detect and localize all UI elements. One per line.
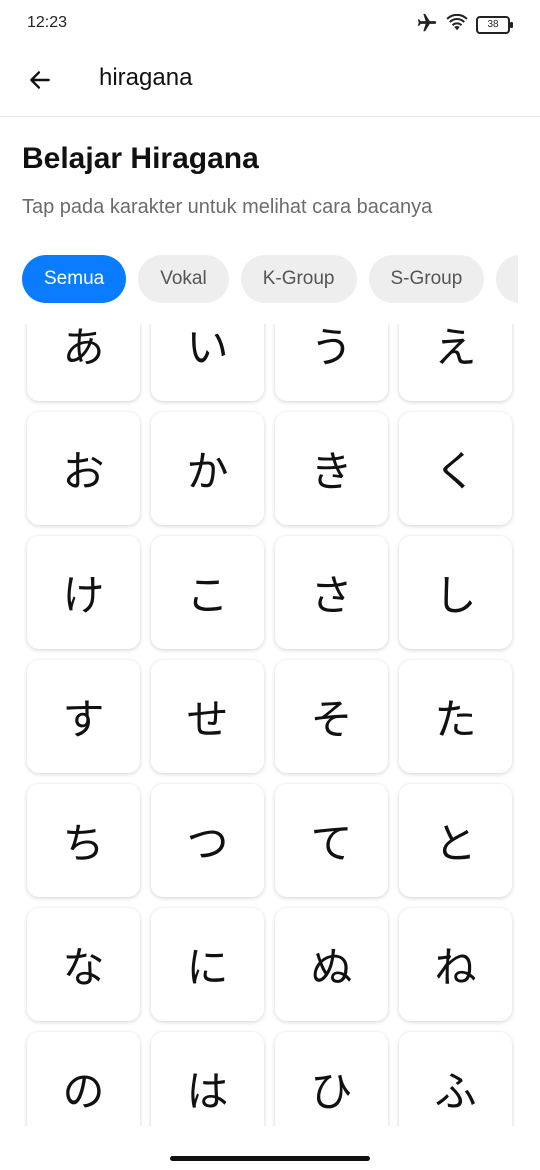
character-card[interactable]: い	[151, 324, 264, 401]
filter-chip-s-group[interactable]: S-Group	[368, 255, 485, 303]
status-icons: 38	[416, 12, 513, 38]
wifi-icon	[446, 13, 468, 36]
arrow-left-icon	[27, 67, 53, 97]
character-card[interactable]: え	[399, 324, 512, 401]
character-card[interactable]: ひ	[275, 1032, 388, 1126]
character-card[interactable]: た	[399, 660, 512, 773]
character-card[interactable]: う	[275, 324, 388, 401]
battery-icon: 38	[476, 16, 513, 34]
filter-chip-k-group[interactable]: K-Group	[240, 255, 357, 303]
character-card[interactable]: あ	[27, 324, 140, 401]
airplane-icon	[416, 12, 438, 38]
back-button[interactable]	[20, 62, 60, 102]
character-card[interactable]: な	[27, 908, 140, 1021]
character-card[interactable]: と	[399, 784, 512, 897]
filter-chip-vokal[interactable]: Vokal	[138, 255, 229, 303]
character-card[interactable]: ち	[27, 784, 140, 897]
character-card[interactable]: て	[275, 784, 388, 897]
character-card[interactable]: に	[151, 908, 264, 1021]
filter-chip-semua[interactable]: Semua	[22, 255, 127, 303]
character-card[interactable]: つ	[151, 784, 264, 897]
app-bar: hiragana	[0, 48, 540, 117]
page-title: Belajar Hiragana	[22, 142, 259, 175]
status-bar: 12:23 38	[0, 0, 540, 48]
character-card[interactable]: ね	[399, 908, 512, 1021]
character-card[interactable]: け	[27, 536, 140, 649]
filter-chip-t[interactable]: T	[496, 255, 518, 303]
character-card[interactable]: ぬ	[275, 908, 388, 1021]
character-card[interactable]: す	[27, 660, 140, 773]
character-card[interactable]: ふ	[399, 1032, 512, 1126]
home-indicator[interactable]	[170, 1156, 370, 1161]
character-card[interactable]: さ	[275, 536, 388, 649]
character-card[interactable]: こ	[151, 536, 264, 649]
character-grid-viewport: あいうえおかきくけこさしすせそたちつてとなにぬねのはひふ	[0, 324, 540, 1126]
filter-chips: SemuaVokalK-GroupS-GroupT	[22, 255, 518, 303]
character-card[interactable]: せ	[151, 660, 264, 773]
app-bar-title: hiragana	[99, 64, 193, 91]
status-time: 12:23	[27, 14, 68, 31]
character-grid: あいうえおかきくけこさしすせそたちつてとなにぬねのはひふ	[27, 324, 512, 1126]
character-card[interactable]: お	[27, 412, 140, 525]
character-card[interactable]: し	[399, 536, 512, 649]
character-card[interactable]: か	[151, 412, 264, 525]
character-card[interactable]: の	[27, 1032, 140, 1126]
character-card[interactable]: そ	[275, 660, 388, 773]
character-card[interactable]: く	[399, 412, 512, 525]
character-card[interactable]: き	[275, 412, 388, 525]
page-subtitle: Tap pada karakter untuk melihat cara bac…	[22, 196, 433, 218]
character-card[interactable]: は	[151, 1032, 264, 1126]
